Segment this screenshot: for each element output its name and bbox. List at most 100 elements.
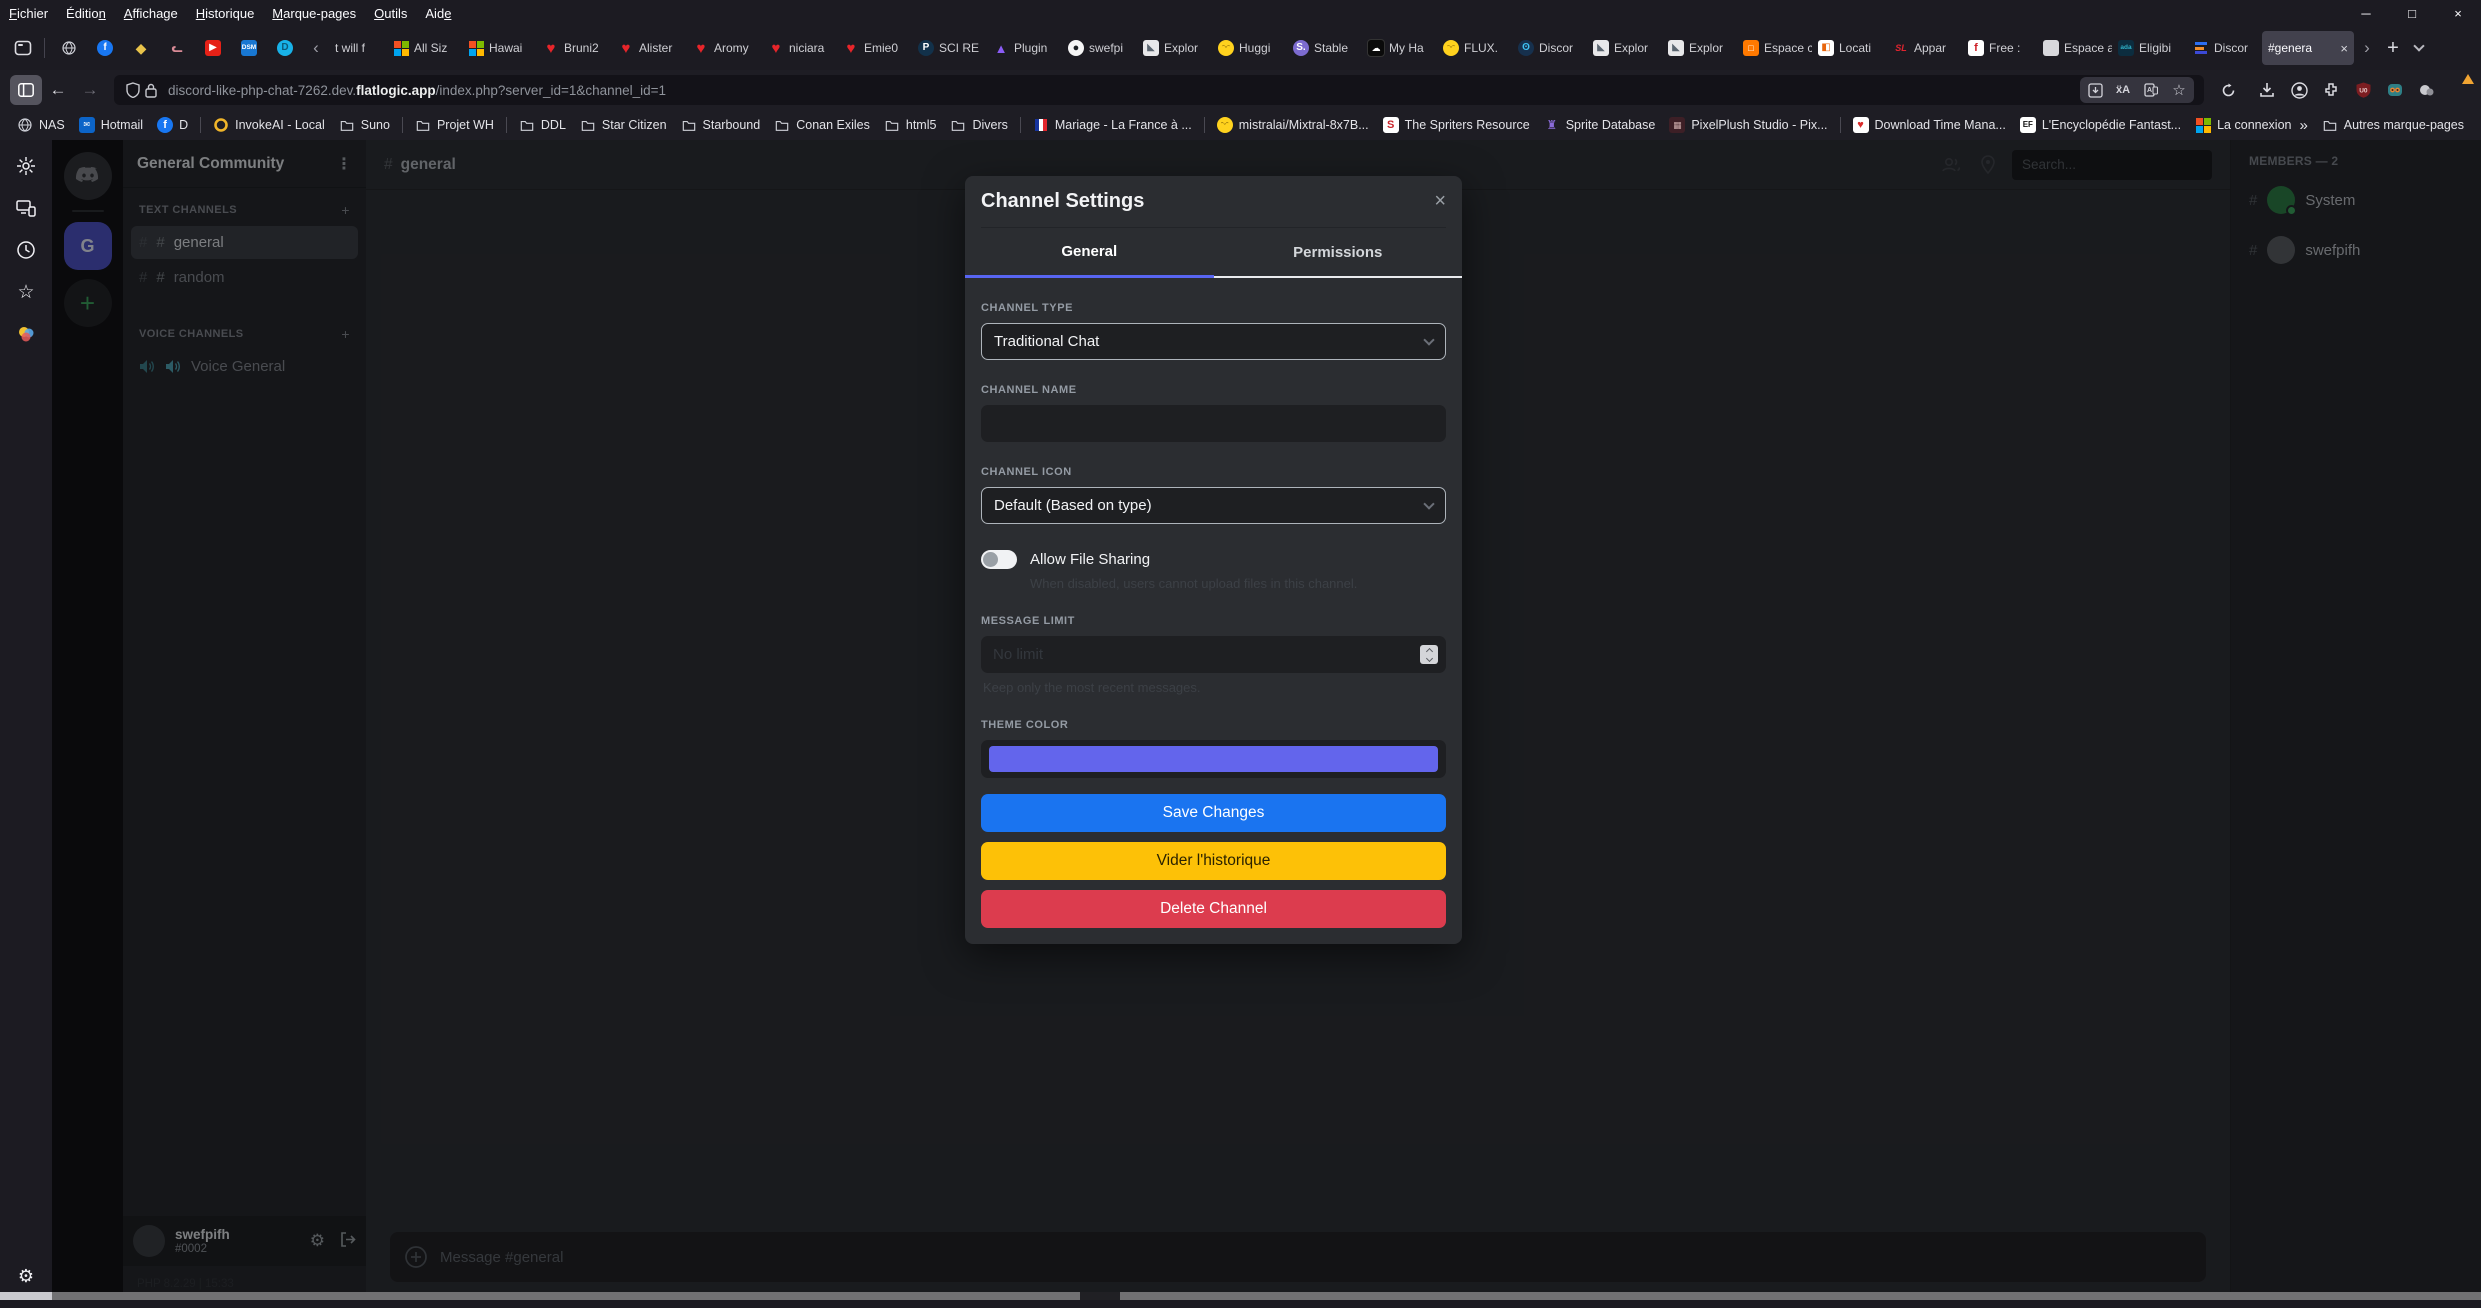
save-page-icon[interactable]: [2086, 81, 2104, 99]
bookmark-hotmail[interactable]: ✉Hotmail: [72, 114, 150, 136]
back-button[interactable]: ←: [42, 75, 74, 105]
vider-l-historique-button[interactable]: Vider l'historique: [981, 842, 1446, 880]
modal-tab-general[interactable]: General: [965, 228, 1214, 278]
account-icon[interactable]: [2290, 81, 2308, 99]
modal-close-icon[interactable]: ×: [1434, 190, 1446, 213]
delete-channel-button[interactable]: Delete Channel: [981, 890, 1446, 928]
bookmark-starbound[interactable]: Starbound: [674, 114, 768, 136]
tab-hawai[interactable]: Hawai: [462, 31, 537, 65]
extensions-puzzle-icon[interactable]: [2322, 81, 2340, 99]
tracking-shield-icon[interactable]: [124, 81, 142, 99]
theme-color-input[interactable]: [981, 740, 1446, 778]
reader-dictionary-icon[interactable]: A: [2142, 81, 2160, 99]
bookmark-nas[interactable]: NAS: [10, 114, 72, 136]
menu-marquepages[interactable]: Marque-pages: [263, 3, 365, 24]
other-bookmarks-folder[interactable]: Autres marque-pages: [2315, 114, 2471, 136]
lock-icon[interactable]: [142, 81, 160, 99]
sidebar-bookmarks-star-icon[interactable]: ☆: [12, 278, 40, 306]
pinned-tab-dlive[interactable]: D: [267, 31, 303, 65]
sidebar-palette-icon[interactable]: [12, 320, 40, 348]
menu-outils[interactable]: Outils: [365, 3, 416, 24]
tab-locati[interactable]: ◧Locati: [1812, 31, 1887, 65]
tab-aromy[interactable]: ♥Aromy: [687, 31, 762, 65]
pinned-tab-synology-dsm[interactable]: DSM: [231, 31, 267, 65]
save-changes-button[interactable]: Save Changes: [981, 794, 1446, 832]
file-sharing-toggle[interactable]: [981, 550, 1017, 569]
sidebar-settings-gear[interactable]: ⚙: [12, 1262, 40, 1290]
maximize-button[interactable]: □: [2389, 0, 2435, 26]
message-limit-input[interactable]: [981, 636, 1446, 673]
url-bar[interactable]: discord-like-php-chat-7262.dev.flatlogic…: [114, 75, 2204, 105]
bookmark-conanexiles[interactable]: Conan Exiles: [767, 114, 877, 136]
tab-explor[interactable]: ◣Explor: [1587, 31, 1662, 65]
scroll-tabs-right-button[interactable]: ›: [2354, 33, 2380, 63]
tab-huggi[interactable]: ᵔᵕᵔHuggi: [1212, 31, 1287, 65]
menu-affichage[interactable]: Affichage: [115, 3, 187, 24]
tab-stable[interactable]: S.Stable: [1287, 31, 1362, 65]
pinned-tab-globe[interactable]: [51, 31, 87, 65]
robot-extension-icon[interactable]: [2386, 81, 2404, 99]
sidebar-toggle-button[interactable]: [10, 75, 42, 105]
bookmark-star-icon[interactable]: ☆: [2170, 81, 2188, 99]
tab-flux[interactable]: ᵔᵕᵔFLUX.: [1437, 31, 1512, 65]
close-button[interactable]: ×: [2435, 0, 2481, 26]
modal-tab-permissions[interactable]: Permissions: [1214, 228, 1463, 278]
sidebar-history-clock-icon[interactable]: [12, 236, 40, 264]
bookmark-projetwh[interactable]: Projet WH: [408, 114, 501, 136]
pinned-tab-pixel-pet[interactable]: ᓚ: [159, 31, 195, 65]
tab-explor[interactable]: ◣Explor: [1137, 31, 1212, 65]
tab-alister[interactable]: ♥Alister: [612, 31, 687, 65]
firefox-view-button[interactable]: [8, 33, 38, 63]
tab-twillf[interactable]: t will f: [329, 31, 387, 65]
bookmark-divers[interactable]: Divers: [943, 114, 1014, 136]
tab-explor[interactable]: ◣Explor: [1662, 31, 1737, 65]
tab-bruni2[interactable]: ♥Bruni2: [537, 31, 612, 65]
tab-eligibi[interactable]: adaEligibi: [2112, 31, 2187, 65]
pinned-tab-facebook[interactable]: f: [87, 31, 123, 65]
bookmark-mariagelafrance[interactable]: Mariage - La France à ...: [1026, 114, 1199, 136]
tab-free[interactable]: fFree :: [1962, 31, 2037, 65]
list-tabs-button[interactable]: [2406, 33, 2432, 63]
number-spinner[interactable]: [1420, 645, 1438, 664]
bookmark-downloadtimemana[interactable]: ♥Download Time Mana...: [1846, 114, 2013, 136]
pinned-tab-photos[interactable]: ◆: [123, 31, 159, 65]
bookmark-lencyclopdiefantast[interactable]: EFL'Encyclopédie Fantast...: [2013, 114, 2188, 136]
menu-dition[interactable]: Édition: [57, 3, 115, 24]
tab-discor[interactable]: Discor: [2187, 31, 2262, 65]
tab-allsiz[interactable]: All Siz: [387, 31, 462, 65]
bookmark-ddl[interactable]: DDL: [512, 114, 573, 136]
tab-active-general[interactable]: #genera×: [2262, 31, 2354, 65]
minimize-button[interactable]: ─: [2343, 0, 2389, 26]
sidebar-devices-icon[interactable]: [12, 194, 40, 222]
bookmark-d[interactable]: fD: [150, 114, 195, 136]
app-menu-button[interactable]: [2450, 81, 2467, 99]
bookmark-mistralaimixtral8x7b[interactable]: ᵔᵕᵔmistralai/Mixtral-8x7B...: [1210, 114, 1376, 136]
menu-historique[interactable]: Historique: [187, 3, 264, 24]
channel-icon-select[interactable]: Default (Based on type): [981, 487, 1446, 524]
bookmark-html5[interactable]: html5: [877, 114, 944, 136]
tab-espaceab[interactable]: Espace ab: [2037, 31, 2112, 65]
bookmarks-overflow-button[interactable]: »: [2292, 114, 2314, 137]
pinned-tab-youtube[interactable]: ▶: [195, 31, 231, 65]
tab-close-icon[interactable]: ×: [2340, 41, 2348, 56]
tab-scire[interactable]: PSCI RE: [912, 31, 987, 65]
bookmark-suno[interactable]: Suno: [332, 114, 397, 136]
channel-type-select[interactable]: Traditional Chat: [981, 323, 1446, 360]
menu-aide[interactable]: Aide: [416, 3, 460, 24]
tab-espacecli[interactable]: □Espace cli: [1737, 31, 1812, 65]
scroll-tabs-left-button[interactable]: ‹: [303, 33, 329, 63]
tab-discor[interactable]: ʘDiscor: [1512, 31, 1587, 65]
bookmark-laconnexionwifiete[interactable]: La connexion Wifi et E...: [2188, 114, 2292, 136]
bookmark-spritedatabase[interactable]: ♜Sprite Database: [1537, 114, 1663, 136]
tab-emie0[interactable]: ♥Emie0: [837, 31, 912, 65]
new-tab-button[interactable]: +: [2380, 33, 2406, 63]
tab-niciara[interactable]: ♥niciara: [762, 31, 837, 65]
bookmark-thespritersresource[interactable]: SThe Spriters Resource: [1376, 114, 1537, 136]
channel-name-input[interactable]: [981, 405, 1446, 442]
bookmark-pixelplushstudiopix[interactable]: ▦PixelPlush Studio - Pix...: [1662, 114, 1834, 136]
tab-swefpi[interactable]: ●swefpi: [1062, 31, 1137, 65]
downloads-icon[interactable]: [2258, 81, 2276, 99]
forward-button[interactable]: →: [74, 75, 106, 105]
ublock-origin-icon[interactable]: U0: [2354, 81, 2372, 99]
bookmark-starcitizen[interactable]: Star Citizen: [573, 114, 674, 136]
